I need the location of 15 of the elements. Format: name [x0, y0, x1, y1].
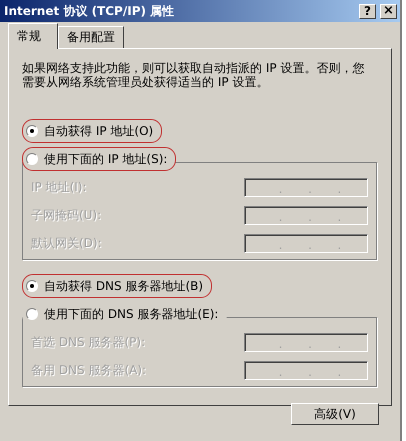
radio-label: 自动获得 DNS 服务器地址(B) [44, 278, 204, 294]
radio-label: 自动获得 IP 地址(O) [44, 122, 154, 140]
radio-label: 使用下面的 DNS 服务器地址(E): [44, 306, 218, 322]
help-button[interactable]: ? [359, 4, 376, 18]
radio-label: 使用下面的 IP 地址(S): [44, 150, 168, 168]
radio-button[interactable] [26, 280, 38, 292]
radio-button[interactable] [26, 125, 38, 137]
tab[interactable]: 备用配置 [58, 26, 124, 48]
advanced-button[interactable]: 高级(V) [291, 403, 379, 425]
window-title: Internet 协议 (TCP/IP) 属性 [4, 2, 176, 20]
close-button[interactable]: × [380, 4, 397, 18]
radio-button[interactable] [26, 308, 38, 320]
radio-button[interactable] [26, 153, 38, 165]
description-text: 如果网络支持此功能，则可以获取自动指派的 IP 设置。否则，您需要从网络系统管理员处获得适当的 IP 设置。 [22, 61, 366, 89]
tab[interactable]: 常规 [8, 23, 58, 49]
